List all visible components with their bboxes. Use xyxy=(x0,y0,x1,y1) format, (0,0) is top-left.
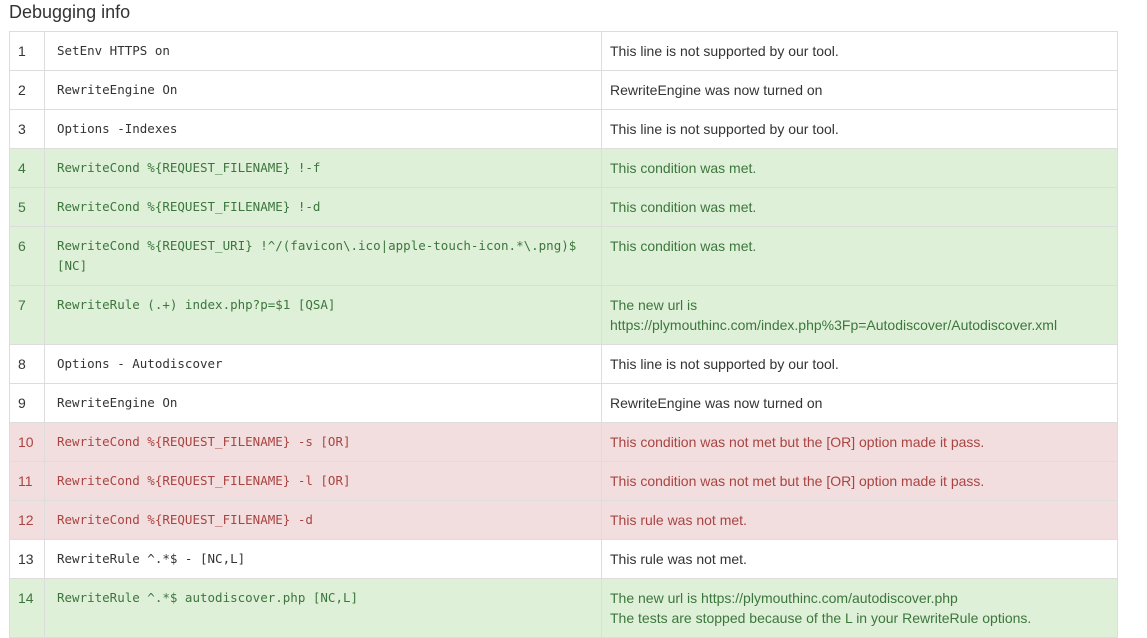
debug-table-body: 1 SetEnv HTTPS on This line is not support… xyxy=(9,31,1118,638)
rule-code: Options -Indexes xyxy=(44,109,602,149)
result-message-line: This condition was not met but the [OR] … xyxy=(610,434,985,450)
table-row: 2 RewriteEngine On RewriteEngine was now t… xyxy=(9,70,1118,110)
result-message: This rule was not met. xyxy=(601,539,1118,579)
result-message: This condition was not met but the [OR] … xyxy=(601,461,1118,501)
line-number: 2 xyxy=(9,70,45,110)
result-message-line: This line is not supported by our tool. xyxy=(610,356,839,372)
line-number: 12 xyxy=(9,500,45,540)
rule-code: RewriteCond %{REQUEST_FILENAME} -s [OR] xyxy=(44,422,602,462)
result-message-line: The new url is https://plymouthinc.com/a… xyxy=(610,590,958,606)
rule-code: RewriteRule (.+) index.php?p=$1 [QSA] xyxy=(44,285,602,345)
result-message-line: This line is not supported by our tool. xyxy=(610,121,839,137)
result-message-line: This condition was met. xyxy=(610,160,757,176)
result-message: RewriteEngine was now turned on xyxy=(601,383,1118,423)
debug-table: 1 SetEnv HTTPS on This line is not support… xyxy=(9,31,1118,638)
result-message-line: This rule was not met. xyxy=(610,512,747,528)
rule-code: SetEnv HTTPS on xyxy=(44,31,602,71)
result-message-line: The new url is xyxy=(610,297,698,313)
line-number: 4 xyxy=(9,148,45,188)
line-number: 1 xyxy=(9,31,45,71)
line-number: 5 xyxy=(9,187,45,227)
table-row: 11 RewriteCond %{REQUEST_FILENAME} -l [OR… xyxy=(9,461,1118,501)
result-message: This line is not supported by our tool. xyxy=(601,31,1118,71)
line-number: 10 xyxy=(9,422,45,462)
result-message-line: RewriteEngine was now turned on xyxy=(610,395,823,411)
table-row: 8 Options - Autodiscover This line is not … xyxy=(9,344,1118,384)
result-message: RewriteEngine was now turned on xyxy=(601,70,1118,110)
table-row: 6 RewriteCond %{REQUEST_URI} !^/(favicon\… xyxy=(9,226,1118,286)
result-message-line: This condition was met. xyxy=(610,199,757,215)
result-message-line: https://plymouthinc.com/index.php%3Fp=Au… xyxy=(610,317,1058,333)
result-message: This condition was not met but the [OR] … xyxy=(601,422,1118,462)
line-number: 3 xyxy=(9,109,45,149)
rule-code: RewriteRule ^.*$ - [NC,L] xyxy=(44,539,602,579)
result-message-line: The tests are stopped because of the L i… xyxy=(610,610,1032,626)
rule-code: RewriteCond %{REQUEST_FILENAME} -l [OR] xyxy=(44,461,602,501)
table-row: 7 RewriteRule (.+) index.php?p=$1 [QSA] Th… xyxy=(9,285,1118,345)
line-number: 6 xyxy=(9,226,45,286)
line-number: 7 xyxy=(9,285,45,345)
line-number: 9 xyxy=(9,383,45,423)
table-row: 12 RewriteCond %{REQUEST_FILENAME} -d This… xyxy=(9,500,1118,540)
table-row: 5 RewriteCond %{REQUEST_FILENAME} !-d This… xyxy=(9,187,1118,227)
table-row: 3 Options -Indexes This line is not suppor… xyxy=(9,109,1118,149)
rule-code: RewriteRule ^.*$ autodiscover.php [NC,L] xyxy=(44,578,602,638)
rule-code: Options - Autodiscover xyxy=(44,344,602,384)
table-row: 9 RewriteEngine On RewriteEngine was now t… xyxy=(9,383,1118,423)
result-message: This rule was not met. xyxy=(601,500,1118,540)
debugging-panel: Debugging info 1 SetEnv HTTPS on This line… xyxy=(9,0,1118,638)
result-message-line: This rule was not met. xyxy=(610,551,747,567)
line-number: 13 xyxy=(9,539,45,579)
result-message: This line is not supported by our tool. xyxy=(601,109,1118,149)
table-row: 1 SetEnv HTTPS on This line is not support… xyxy=(9,31,1118,71)
rule-code: RewriteEngine On xyxy=(44,70,602,110)
result-message: This condition was met. xyxy=(601,148,1118,188)
table-row: 4 RewriteCond %{REQUEST_FILENAME} !-f This… xyxy=(9,148,1118,188)
line-number: 11 xyxy=(9,461,45,501)
line-number: 14 xyxy=(9,578,45,638)
table-row: 13 RewriteRule ^.*$ - [NC,L] This rule was… xyxy=(9,539,1118,579)
result-message: This condition was met. xyxy=(601,226,1118,286)
result-message: The new url is https://plymouthinc.com/in… xyxy=(601,285,1118,345)
rule-code: RewriteCond %{REQUEST_URI} !^/(favicon\.… xyxy=(44,226,602,286)
result-message-line: This line is not supported by our tool. xyxy=(610,43,839,59)
rule-code: RewriteEngine On xyxy=(44,383,602,423)
table-row: 10 RewriteCond %{REQUEST_FILENAME} -s [OR… xyxy=(9,422,1118,462)
result-message-line: This condition was not met but the [OR] … xyxy=(610,473,985,489)
result-message-line: RewriteEngine was now turned on xyxy=(610,82,823,98)
result-message-line: This condition was met. xyxy=(610,238,757,254)
result-message: The new url is https://plymouthinc.com/a… xyxy=(601,578,1118,638)
result-message: This condition was met. xyxy=(601,187,1118,227)
line-number: 8 xyxy=(9,344,45,384)
rule-code: RewriteCond %{REQUEST_FILENAME} !-d xyxy=(44,187,602,227)
table-row: 14 RewriteRule ^.*$ autodiscover.php [NC,… xyxy=(9,578,1118,638)
section-title: Debugging info xyxy=(9,2,131,22)
result-message: This line is not supported by our tool. xyxy=(601,344,1118,384)
rule-code: RewriteCond %{REQUEST_FILENAME} -d xyxy=(44,500,602,540)
rule-code: RewriteCond %{REQUEST_FILENAME} !-f xyxy=(44,148,602,188)
